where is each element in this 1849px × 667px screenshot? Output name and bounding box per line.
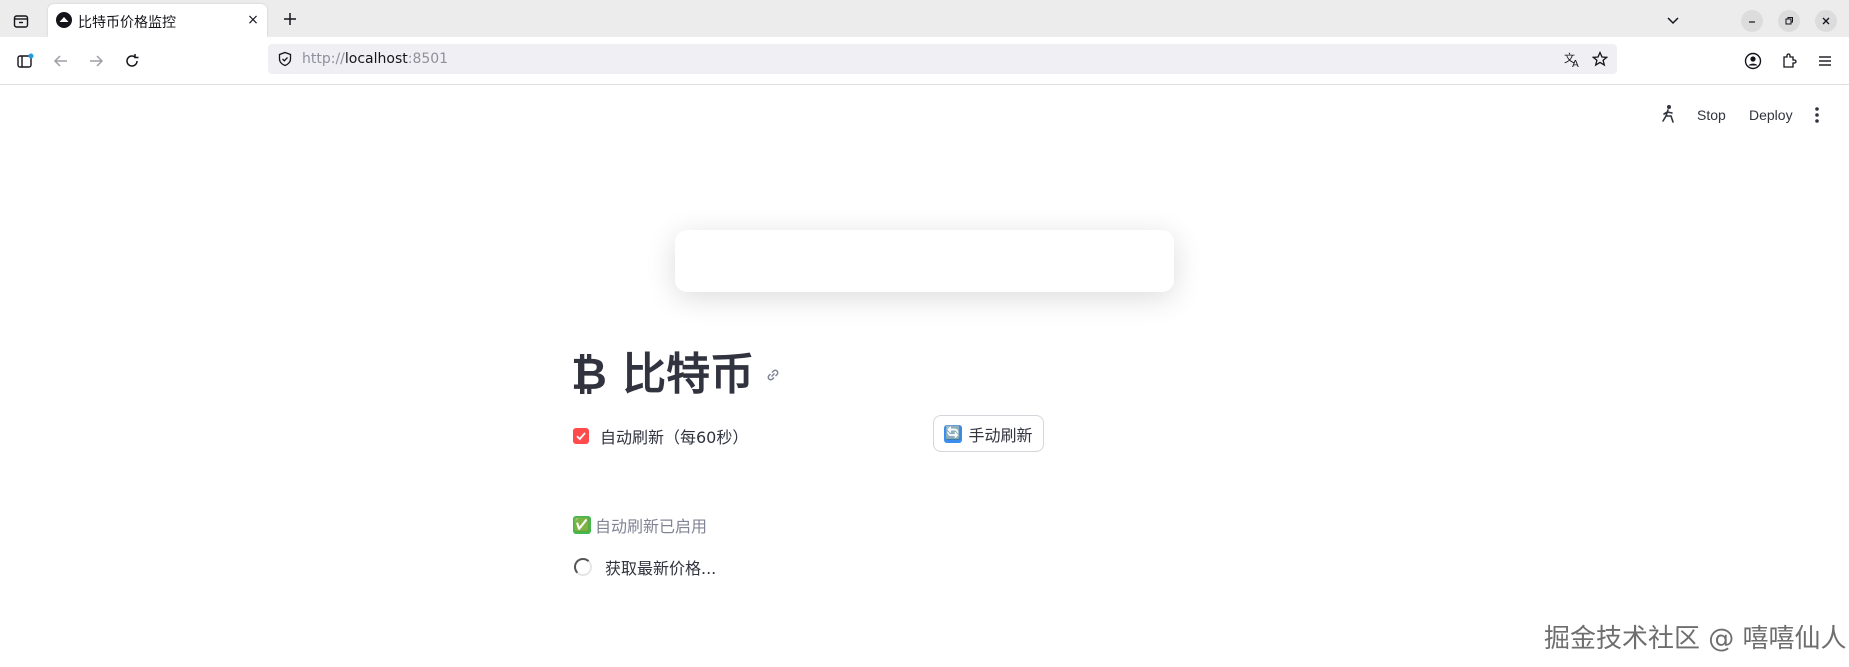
auto-refresh-status: ✅ 自动刷新已启用	[573, 513, 707, 537]
minimize-icon[interactable]	[1741, 10, 1763, 32]
checkbox-checked-icon[interactable]	[573, 428, 589, 444]
price-status-card	[675, 230, 1174, 292]
loading-text: 获取最新价格...	[605, 559, 717, 578]
sidebar-toggle-icon[interactable]	[15, 51, 35, 71]
url-host: localhost	[344, 51, 408, 67]
address-bar[interactable]: http://localhost:8501 文A	[268, 44, 1617, 74]
spinner-icon	[574, 558, 592, 576]
browser-nav-bar: http://localhost:8501 文A	[0, 37, 1849, 85]
auto-refresh-label: 自动刷新（每60秒）	[600, 428, 749, 447]
back-icon[interactable]	[51, 51, 71, 71]
app-menu-icon[interactable]	[1815, 51, 1835, 71]
streamlit-favicon-icon	[56, 12, 72, 28]
reload-icon[interactable]	[122, 51, 142, 71]
url-text: http://localhost:8501	[302, 51, 448, 67]
page-title-row: ₿ 比特币	[571, 340, 782, 400]
loading-indicator: 获取最新价格...	[574, 555, 716, 579]
bookmark-star-icon[interactable]	[1591, 50, 1609, 71]
refresh-emoji-icon: 🔄	[944, 424, 963, 443]
account-icon[interactable]	[1743, 51, 1763, 71]
watermark: 掘金技术社区 @ 嘻嘻仙人	[1544, 624, 1847, 654]
tab-list-icon[interactable]	[9, 9, 33, 33]
list-all-tabs-icon[interactable]	[1665, 12, 1681, 32]
manual-refresh-label: 手动刷新	[968, 425, 1033, 445]
url-port: :8501	[407, 51, 449, 67]
close-window-icon[interactable]	[1815, 10, 1837, 32]
browser-tab-bar: 比特币价格监控 ×	[0, 0, 1849, 37]
running-man-icon	[1658, 104, 1678, 130]
restore-icon[interactable]	[1778, 10, 1800, 32]
page-title: ₿ 比特币	[571, 349, 755, 400]
auto-refresh-status-text: 自动刷新已启用	[595, 517, 708, 536]
new-tab-icon[interactable]	[280, 9, 300, 29]
stop-button[interactable]: Stop	[1697, 107, 1726, 123]
browser-tab[interactable]: 比特币价格监控 ×	[48, 4, 267, 37]
tab-close-icon[interactable]: ×	[245, 12, 261, 28]
check-mark-emoji-icon: ✅	[573, 516, 591, 534]
link-anchor-icon[interactable]	[764, 366, 782, 388]
forward-icon[interactable]	[86, 51, 106, 71]
translate-icon[interactable]: 文A	[1564, 51, 1581, 72]
shield-icon[interactable]	[277, 51, 293, 71]
main-menu-icon[interactable]	[1809, 106, 1825, 128]
svg-text:A: A	[1572, 59, 1579, 68]
deploy-button[interactable]: Deploy	[1749, 107, 1793, 123]
tab-title: 比特币价格监控	[78, 15, 176, 31]
manual-refresh-button[interactable]: 🔄 手动刷新	[933, 415, 1044, 452]
url-scheme: http://	[302, 51, 345, 67]
auto-refresh-checkbox[interactable]: 自动刷新（每60秒）	[573, 424, 748, 448]
extensions-icon[interactable]	[1779, 51, 1799, 71]
